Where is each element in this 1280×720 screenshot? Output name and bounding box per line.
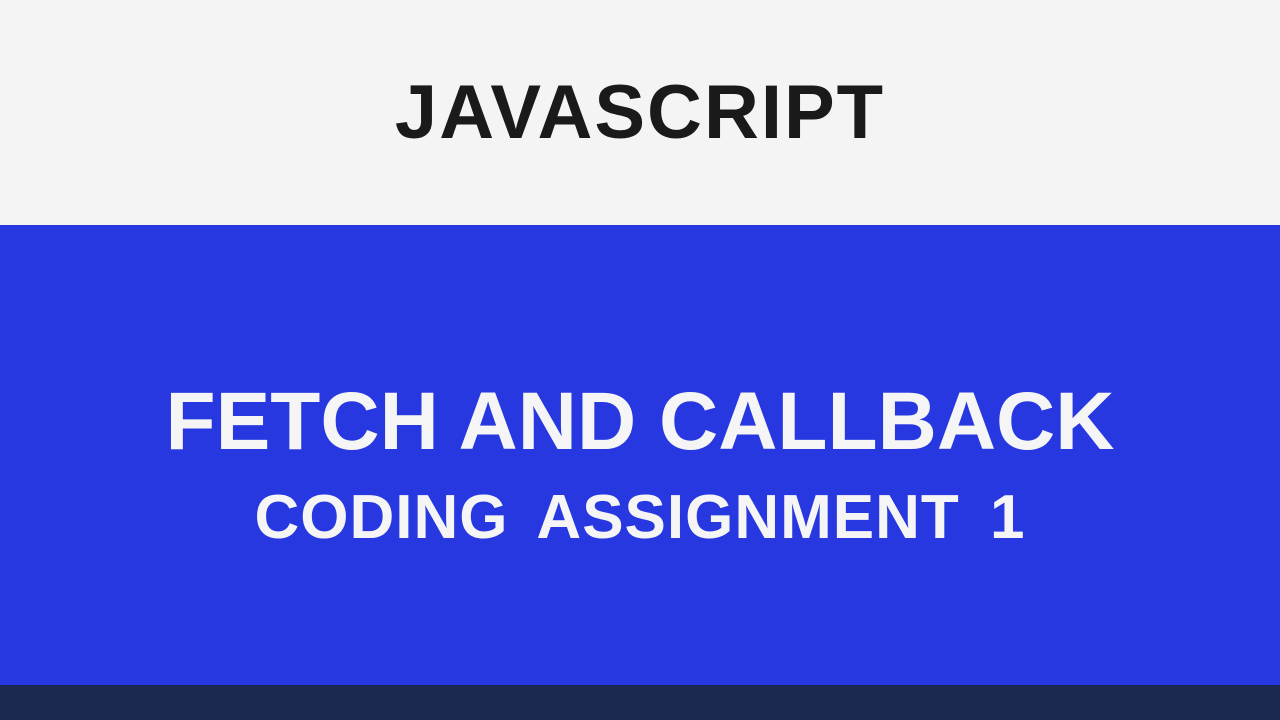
bottom-bar bbox=[0, 685, 1280, 720]
main-title: FETCH AND CALLBACK bbox=[166, 377, 1115, 467]
header-title: JAVASCRIPT bbox=[395, 69, 885, 156]
header-section: JAVASCRIPT bbox=[0, 0, 1280, 225]
subtitle: CODING ASSIGNMENT 1 bbox=[255, 482, 1026, 553]
main-section: FETCH AND CALLBACK CODING ASSIGNMENT 1 bbox=[0, 225, 1280, 685]
